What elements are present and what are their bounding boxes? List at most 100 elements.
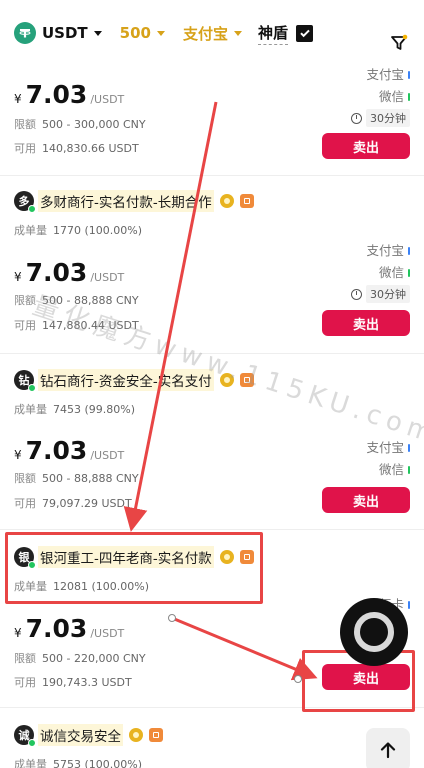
shield-badge-icon [239, 194, 254, 208]
available-row: 可用 140,830.66 USDT [14, 140, 139, 156]
merchant-name: 钻石商行-资金安全-实名支付 [38, 369, 214, 391]
alipay-indicator [408, 247, 410, 255]
merchant-header[interactable]: 诚 诚信交易安全 [14, 724, 163, 747]
currency-symbol: ¥ [14, 448, 22, 462]
wechat-indicator [408, 466, 410, 474]
limit-value: 500 - 220,000 CNY [42, 652, 146, 665]
tether-logo-icon [14, 22, 36, 44]
shield-badge-icon [239, 373, 254, 387]
volume-row: 成单量 1770 (100.00%) [14, 222, 142, 238]
avatar: 钻 [14, 370, 36, 392]
coin-label: USDT [42, 24, 88, 42]
bank-indicator [408, 601, 410, 609]
chevron-down-icon [156, 30, 165, 36]
available-value: 147,880.44 USDT [42, 319, 139, 332]
pay-method-selector[interactable]: 支付宝 [183, 23, 242, 44]
pay-method-wechat: 微信 [366, 459, 410, 481]
available-row: 可用 190,743.3 USDT [14, 674, 132, 690]
price: ¥ 7.03 /USDT [14, 614, 124, 643]
shield-badge-icon [149, 728, 163, 742]
pay-method-alipay: 支付宝 [351, 240, 410, 262]
pay-method-wechat: 微信 [351, 86, 410, 108]
currency-symbol: ¥ [14, 270, 22, 284]
chevron-down-icon [234, 30, 242, 36]
price-unit: /USDT [90, 449, 125, 462]
limit-row: 限额 500 - 300,000 CNY [14, 116, 146, 132]
gold-badge-icon [219, 194, 234, 208]
price-value: 7.03 [25, 258, 88, 287]
alipay-indicator [408, 71, 410, 79]
sell-button[interactable]: 卖出 [322, 310, 410, 336]
merchant-name: 多财商行-实名付款-长期合作 [38, 190, 214, 212]
price-unit: /USDT [90, 93, 125, 106]
avatar: 诚 [14, 725, 36, 747]
wechat-indicator [408, 93, 410, 101]
limit-value: 500 - 88,888 CNY [42, 294, 139, 307]
scroll-to-top-button[interactable] [366, 728, 410, 768]
amount-selector[interactable]: 500 [120, 24, 165, 42]
merchant-header[interactable]: 钻 钻石商行-资金安全-实名支付 [14, 369, 254, 392]
price-unit: /USDT [90, 271, 125, 284]
limit-label: 限额 [14, 472, 36, 485]
online-indicator [28, 205, 36, 213]
available-row: 可用 147,880.44 USDT [14, 317, 139, 333]
available-value: 190,743.3 USDT [42, 676, 132, 689]
floating-assistant-button[interactable] [340, 598, 408, 666]
volume-value: 1770 [53, 224, 81, 237]
listing-card: 多 多财商行-实名付款-长期合作 成单量 1770 (100.00%) ¥ 7.0… [0, 176, 424, 354]
avatar: 多 [14, 191, 36, 213]
limit-row: 限额 500 - 88,888 CNY [14, 292, 139, 308]
volume-label: 成单量 [14, 758, 47, 768]
limit-value: 500 - 88,888 CNY [42, 472, 139, 485]
clock-icon [351, 112, 362, 124]
alipay-indicator [408, 444, 410, 452]
currency-symbol: ¥ [14, 626, 22, 640]
filter-icon[interactable] [390, 34, 408, 56]
shield-toggle[interactable]: 神盾 [258, 22, 314, 45]
pay-time: 30分钟 [351, 108, 410, 128]
limit-label: 限额 [14, 118, 36, 131]
limit-label: 限额 [14, 294, 36, 307]
price: ¥ 7.03 /USDT [14, 80, 124, 109]
arrow-up-icon [380, 742, 396, 759]
pay-methods: 支付宝 微信 [366, 437, 410, 481]
gold-badge-icon [219, 373, 234, 387]
pay-method-label: 支付宝 [182, 24, 228, 43]
available-label: 可用 [14, 142, 36, 155]
price-value: 7.03 [25, 436, 88, 465]
volume-value: 7453 [53, 403, 81, 416]
price-value: 7.03 [25, 80, 88, 109]
coin-selector[interactable]: USDT [14, 22, 102, 44]
amount-label: 500 [119, 24, 151, 42]
price: ¥ 7.03 /USDT [14, 436, 124, 465]
merchant-header[interactable]: 多 多财商行-实名付款-长期合作 [14, 190, 254, 213]
online-indicator [28, 384, 36, 392]
pay-methods: 支付宝 微信 30分钟 [351, 64, 410, 128]
completion-rate: (99.80%) [84, 403, 136, 416]
chevron-down-icon [93, 30, 102, 36]
pay-method-alipay: 支付宝 [366, 437, 410, 459]
shield-label: 神盾 [258, 22, 289, 45]
filter-bar: USDT 500 支付宝 神盾 [0, 0, 424, 66]
merchant-highlight-box [5, 532, 263, 604]
price-unit: /USDT [90, 627, 125, 640]
volume-value: 5753 [53, 758, 81, 768]
ring-icon [354, 612, 394, 652]
merchant-name: 诚信交易安全 [38, 724, 123, 746]
available-label: 可用 [14, 497, 36, 510]
available-row: 可用 79,097.29 USDT [14, 495, 132, 511]
volume-label: 成单量 [14, 224, 47, 237]
limit-label: 限额 [14, 652, 36, 665]
available-label: 可用 [14, 676, 36, 689]
currency-symbol: ¥ [14, 92, 22, 106]
completion-rate: (100.00%) [84, 758, 143, 768]
sell-button[interactable]: 卖出 [322, 133, 410, 159]
sell-button[interactable]: 卖出 [322, 487, 410, 513]
online-indicator [28, 739, 36, 747]
shield-checkbox[interactable] [296, 24, 314, 42]
available-label: 可用 [14, 319, 36, 332]
listing-card: ¥ 7.03 /USDT 限额 500 - 300,000 CNY 可用 140,8… [0, 66, 424, 176]
pay-method-wechat: 微信 [351, 262, 410, 284]
volume-row: 成单量 7453 (99.80%) [14, 401, 135, 417]
limit-row: 限额 500 - 88,888 CNY [14, 470, 139, 486]
